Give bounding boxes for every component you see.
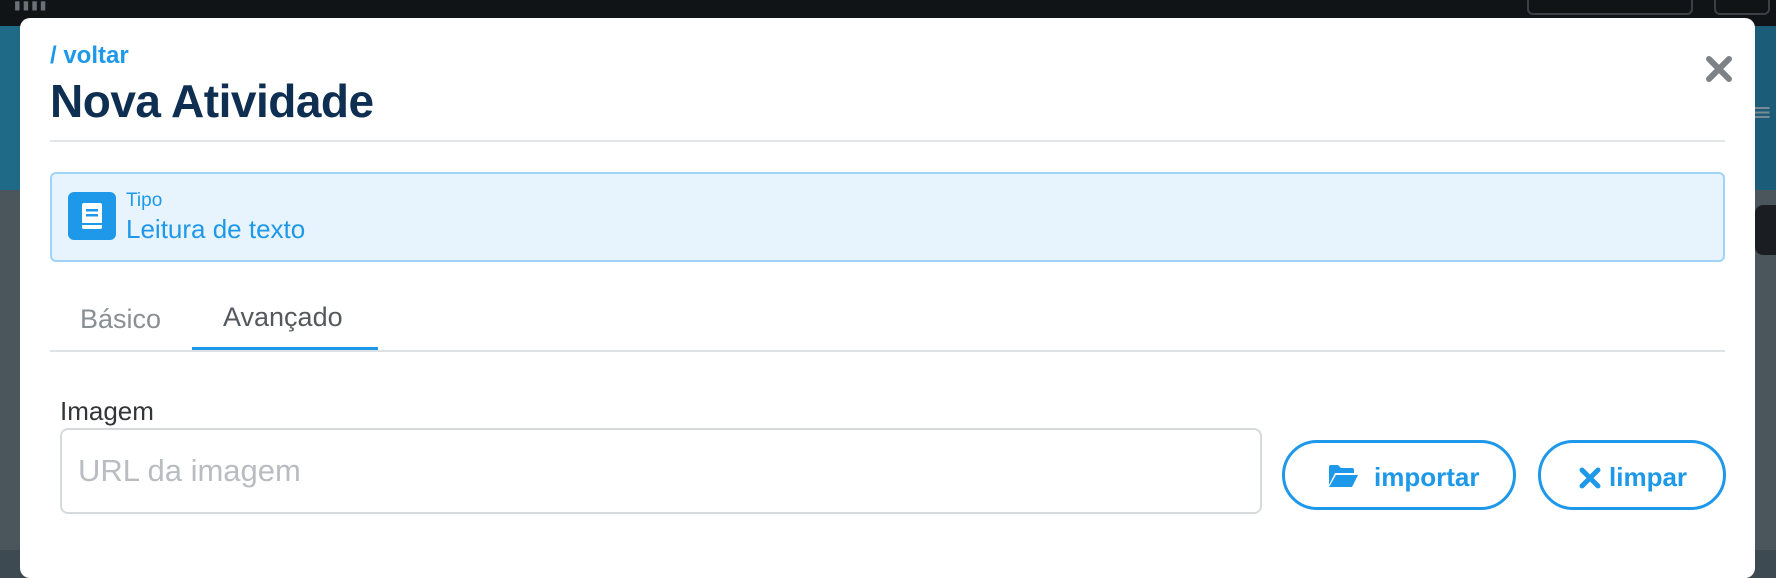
times-icon	[1579, 467, 1601, 489]
image-field-label: Imagem	[60, 396, 154, 426]
book-icon	[82, 203, 102, 229]
close-icon	[1706, 56, 1732, 82]
background-logo-icon: ▮▮▮▮	[14, 0, 49, 12]
type-icon-badge	[68, 192, 116, 240]
type-value: Leitura de texto	[126, 214, 306, 244]
clear-button[interactable]: limpar	[1538, 440, 1726, 510]
folder-open-icon	[1329, 465, 1358, 487]
modal-title: Nova Atividade	[50, 75, 374, 127]
background-menu-icon: ≡	[1752, 98, 1773, 126]
header-divider	[50, 140, 1725, 142]
import-button[interactable]: importar	[1282, 440, 1516, 510]
activity-type-box: Tipo Leitura de texto	[50, 172, 1725, 262]
background-search-box	[1527, 0, 1693, 15]
tab-advanced-label: Avançado	[223, 302, 343, 332]
new-activity-modal: / voltar Nova Atividade Tipo Leitura de …	[20, 18, 1755, 578]
tab-advanced[interactable]: Avançado	[192, 280, 378, 352]
tab-basic[interactable]: Básico	[50, 280, 192, 352]
tabs-divider	[50, 350, 1725, 352]
background-side-tab	[1755, 205, 1776, 255]
close-button[interactable]	[1701, 51, 1737, 87]
image-url-input[interactable]	[60, 428, 1262, 514]
tab-basic-label: Básico	[80, 304, 162, 334]
background-control	[1714, 0, 1770, 15]
back-link[interactable]: / voltar	[50, 42, 129, 70]
import-button-label: importar	[1374, 462, 1480, 492]
type-label: Tipo	[126, 190, 163, 211]
tab-bar: Básico Avançado	[50, 280, 1725, 352]
clear-button-label: limpar	[1609, 462, 1688, 492]
